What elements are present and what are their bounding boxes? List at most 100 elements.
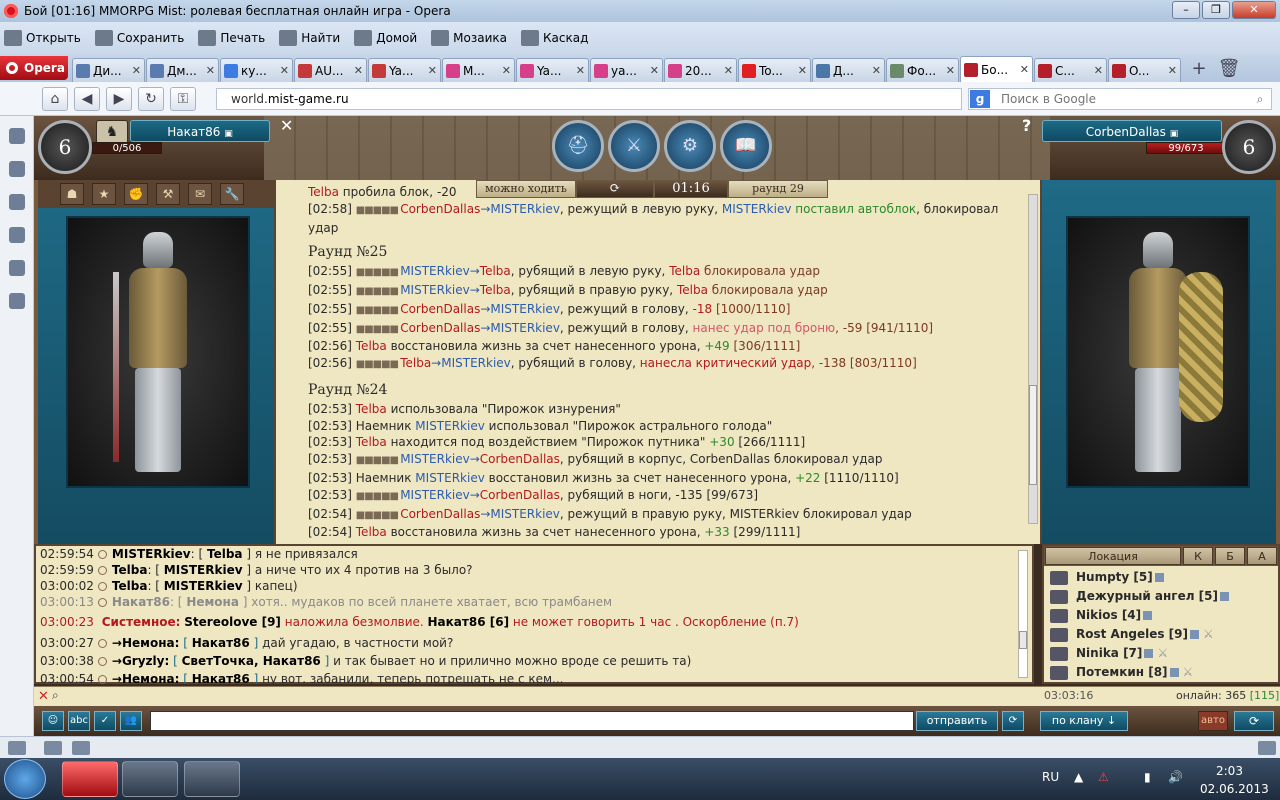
chat-dot-icon[interactable] [97, 657, 107, 666]
bookmarks-icon[interactable] [8, 128, 25, 144]
back-button[interactable]: ◀ [74, 86, 100, 111]
search-icon[interactable]: ⌕ [52, 688, 59, 703]
chat-author[interactable]: Telba [112, 563, 148, 577]
browser-tab[interactable]: ку... ✕ [220, 58, 293, 82]
book-icon[interactable]: 📖 [720, 120, 772, 172]
chat-recipient[interactable]: →Немона: [112, 636, 179, 650]
tab-close-icon[interactable]: ✕ [1020, 63, 1029, 76]
info-icon[interactable] [1190, 630, 1199, 639]
minimize-button[interactable]: – [1172, 1, 1200, 19]
cascade-button[interactable]: Каскад [521, 30, 588, 46]
smiley-icon[interactable]: ☺ [42, 711, 64, 731]
chat-names[interactable]: Накат86 [192, 636, 250, 650]
chat-recipient[interactable]: →Немона: [112, 672, 179, 684]
location-player[interactable]: Ninika [7] ⚔ [1050, 644, 1272, 663]
browser-tab[interactable]: To... ✕ [738, 58, 811, 82]
muscle-icon[interactable]: ✊ [124, 183, 148, 205]
close-left-icon[interactable]: ✕ [280, 116, 293, 135]
new-tab-button[interactable]: + [1186, 58, 1212, 82]
send-button[interactable]: отправить [916, 711, 998, 731]
chat-recipient[interactable]: MISTERkiev [164, 563, 243, 577]
downloads-icon[interactable] [8, 227, 25, 243]
key-icon[interactable]: ⚿ [170, 86, 196, 111]
find-button[interactable]: Найти [279, 30, 340, 46]
info-icon[interactable] [1169, 668, 1179, 677]
tab-k[interactable]: К [1183, 547, 1213, 565]
opera-menu-button[interactable]: Opera [0, 56, 68, 80]
info-icon[interactable] [1154, 573, 1164, 582]
add-panel-icon[interactable] [8, 293, 25, 309]
browser-tab[interactable]: Дм... ✕ [146, 58, 219, 82]
info-icon[interactable] [1220, 592, 1229, 601]
browser-tab[interactable]: Фо... ✕ [886, 58, 959, 82]
home-nav-button[interactable]: ⌂ [42, 86, 68, 111]
location-player[interactable]: Nikios [4] [1050, 606, 1272, 625]
speed-dial-icon[interactable] [8, 161, 25, 177]
tab-close-icon[interactable]: ✕ [502, 64, 511, 77]
close-window-button[interactable]: ✕ [1232, 1, 1276, 19]
help-icon[interactable]: ? [1022, 116, 1031, 135]
tab-close-icon[interactable]: ✕ [428, 64, 437, 77]
chat-scrollbar[interactable] [1018, 550, 1028, 678]
chat-recipient[interactable]: Немона [186, 595, 239, 609]
location-player[interactable]: Дежурный ангел [5] [1050, 587, 1272, 606]
chat-names[interactable]: СветТочка, Накат86 [182, 654, 321, 668]
tab-close-icon[interactable]: ✕ [650, 64, 659, 77]
forward-button[interactable]: ▶ [106, 86, 132, 111]
language-indicator[interactable]: RU [1042, 770, 1059, 784]
scroll-thumb[interactable] [1019, 631, 1027, 649]
clan-channel-button[interactable]: по клану ↓ [1040, 711, 1128, 731]
location-player[interactable]: Rost Angeles [9] ⚔ [1050, 625, 1272, 644]
swords-icon[interactable]: ⚔ [608, 120, 660, 172]
chat-dot-icon[interactable] [97, 598, 107, 607]
chat-author[interactable]: MISTERkiev [112, 547, 191, 561]
chat-dot-icon[interactable] [97, 550, 107, 559]
home-button[interactable]: Домой [354, 30, 417, 46]
tab-a[interactable]: А [1247, 547, 1277, 565]
right-player-name[interactable]: CorbenDallas ▣ [1042, 120, 1222, 142]
print-button[interactable]: Печать [198, 30, 265, 46]
browser-tab[interactable]: M... ✕ [442, 58, 515, 82]
address-bar[interactable]: world.mist-game.ru [216, 88, 962, 110]
browser-tab[interactable]: Ya... ✕ [368, 58, 441, 82]
save-button[interactable]: Сохранить [94, 30, 184, 46]
tab-close-icon[interactable]: ✕ [798, 64, 807, 77]
chat-dot-icon[interactable] [97, 675, 107, 684]
tab-close-icon[interactable]: ✕ [354, 64, 363, 77]
location-player[interactable]: Потемкин [8] ⚔ [1050, 663, 1272, 682]
chat-recipient[interactable]: →Gryzly: [112, 654, 169, 668]
tab-b[interactable]: Б [1215, 547, 1245, 565]
search-input[interactable] [993, 90, 1249, 108]
spellcheck-icon[interactable]: abc [68, 711, 90, 731]
tab-close-icon[interactable]: ✕ [132, 64, 141, 77]
tab-close-icon[interactable]: ✕ [206, 64, 215, 77]
wrench-icon[interactable]: 🔧 [220, 183, 244, 205]
turbo-icon[interactable] [72, 741, 90, 755]
info-icon[interactable] [1143, 611, 1153, 620]
tab-close-icon[interactable]: ✕ [724, 64, 733, 77]
info-icon[interactable] [1144, 649, 1154, 658]
refresh-location-button[interactable]: ⟳ [1234, 711, 1274, 731]
browser-tab[interactable]: ya... ✕ [590, 58, 663, 82]
helmet-icon[interactable]: ⛑ [552, 120, 604, 172]
search-icon[interactable]: ⌕ [1249, 92, 1271, 107]
scroll-thumb[interactable] [1029, 385, 1037, 485]
maximize-button[interactable]: ❐ [1202, 1, 1230, 19]
chat-recipient[interactable]: MISTERkiev [164, 579, 243, 593]
tab-close-icon[interactable]: ✕ [1168, 64, 1177, 77]
signal-icon[interactable]: ▮ [1144, 770, 1151, 784]
start-button[interactable] [4, 759, 46, 799]
history-icon[interactable] [8, 260, 25, 276]
refresh-icon[interactable]: ⟳ [1002, 711, 1024, 731]
volume-icon[interactable]: 🔊 [1168, 770, 1183, 784]
chat-author[interactable]: Накат86 [112, 595, 170, 609]
hammer-icon[interactable]: ⚒ [156, 183, 180, 205]
clear-icon[interactable]: ✕ [38, 689, 49, 704]
tab-close-icon[interactable]: ✕ [872, 64, 881, 77]
tab-close-icon[interactable]: ✕ [576, 64, 585, 77]
panel-toggle-icon[interactable] [8, 741, 26, 755]
reload-button[interactable]: ↻ [138, 86, 164, 111]
tab-close-icon[interactable]: ✕ [946, 64, 955, 77]
refresh-battle-button[interactable]: ⟳ [576, 180, 654, 198]
tab-location[interactable]: Локация [1045, 547, 1181, 565]
